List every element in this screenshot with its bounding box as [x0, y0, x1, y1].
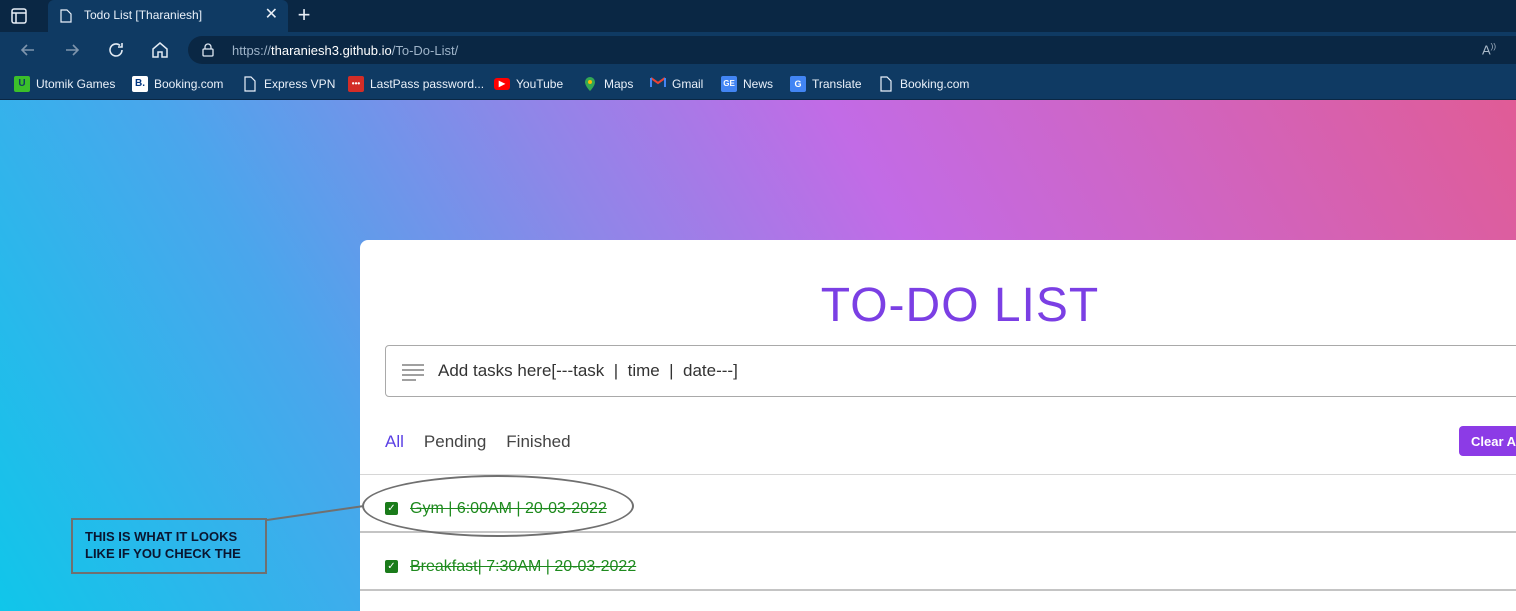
tab-title: Todo List [Tharaniesh]	[84, 8, 203, 22]
url-text[interactable]: https://tharaniesh3.github.io/To-Do-List…	[232, 43, 458, 58]
task-item[interactable]: ✓ Breakfast| 7:30AM | 20-03-2022	[360, 558, 1516, 611]
bookmark-maps[interactable]: Maps	[582, 76, 633, 92]
browser-tab[interactable]: Todo List [Tharaniesh] ✕	[48, 0, 288, 32]
bookmark-utomik[interactable]: U Utomik Games	[14, 76, 115, 92]
filter-tabs: All Pending Finished	[385, 432, 571, 452]
callout-line-1: THIS IS WHAT IT LOOKS	[85, 529, 238, 544]
lastpass-icon: •••	[348, 76, 364, 92]
bookmark-booking-2[interactable]: Booking.com	[878, 76, 969, 92]
bookmark-gmail[interactable]: Gmail	[650, 76, 703, 92]
task-separator	[360, 589, 1516, 591]
task-checkbox[interactable]: ✓	[385, 560, 398, 573]
annotation-callout: THIS IS WHAT IT LOOKS LIKE IF YOU CHECK …	[71, 518, 267, 574]
utomik-icon: U	[14, 76, 30, 92]
page-icon	[878, 76, 894, 92]
tab-bar: Todo List [Tharaniesh] ✕ +	[0, 0, 1516, 32]
bookmark-news[interactable]: GE News	[721, 76, 773, 92]
notes-icon	[402, 364, 424, 381]
news-icon: GE	[721, 76, 737, 92]
task-input[interactable]	[438, 346, 1516, 396]
address-bar[interactable]: https://tharaniesh3.github.io/To-Do-List…	[188, 36, 1516, 64]
translate-icon: G	[790, 76, 806, 92]
divider	[360, 474, 1516, 475]
youtube-icon: ▶	[494, 78, 510, 90]
forward-icon[interactable]	[62, 40, 82, 60]
bookmark-translate[interactable]: G Translate	[790, 76, 862, 92]
bookmark-lastpass[interactable]: ••• LastPass password...	[348, 76, 484, 92]
booking-icon: B.	[132, 76, 148, 92]
task-input-box[interactable]	[385, 345, 1516, 397]
task-text: Breakfast| 7:30AM | 20-03-2022	[410, 558, 637, 575]
navigation-bar: https://tharaniesh3.github.io/To-Do-List…	[0, 32, 1516, 68]
page-icon	[242, 76, 258, 92]
read-aloud-icon[interactable]: A))	[1482, 42, 1496, 57]
callout-line-2: LIKE IF YOU CHECK THE	[85, 546, 241, 561]
page-icon	[60, 9, 72, 23]
annotation-ellipse	[362, 475, 634, 537]
filter-finished[interactable]: Finished	[506, 432, 570, 452]
back-icon[interactable]	[18, 40, 38, 60]
bookmark-youtube[interactable]: ▶ YouTube	[494, 76, 563, 92]
filter-all[interactable]: All	[385, 432, 404, 452]
bookmarks-bar: U Utomik Games B. Booking.com Express VPN …	[0, 68, 1516, 100]
page-title: TO-DO LIST	[820, 279, 1100, 332]
refresh-icon[interactable]	[106, 40, 126, 60]
todo-card: TO-DO LIST All Pending Finished Clear A …	[360, 240, 1516, 611]
close-tab-icon[interactable]: ✕	[265, 7, 278, 23]
filter-pending[interactable]: Pending	[424, 432, 486, 452]
bookmark-booking[interactable]: B. Booking.com	[132, 76, 223, 92]
new-tab-icon[interactable]: +	[292, 4, 316, 28]
home-icon[interactable]	[150, 40, 170, 60]
maps-icon	[582, 76, 598, 92]
tab-actions-icon[interactable]	[10, 7, 28, 25]
gmail-icon	[650, 76, 666, 92]
clear-all-button[interactable]: Clear A	[1459, 426, 1516, 456]
bookmark-express-vpn[interactable]: Express VPN	[242, 76, 335, 92]
lock-icon[interactable]	[202, 43, 214, 57]
